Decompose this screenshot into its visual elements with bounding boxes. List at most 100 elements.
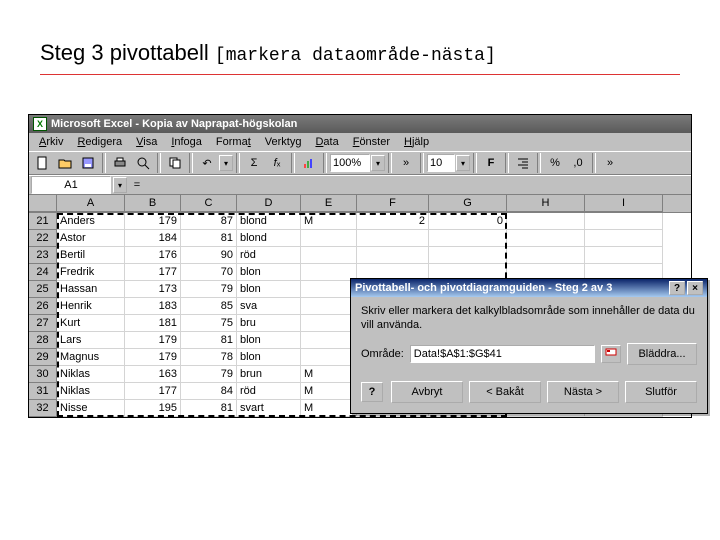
- col-header[interactable]: I: [585, 195, 663, 212]
- bold-icon[interactable]: F: [480, 153, 502, 173]
- zoom-box[interactable]: 100%: [330, 154, 370, 172]
- cell[interactable]: 173: [125, 281, 181, 298]
- col-header[interactable]: E: [301, 195, 357, 212]
- cell[interactable]: 179: [125, 349, 181, 366]
- print-icon[interactable]: [109, 153, 131, 173]
- cell[interactable]: [301, 298, 357, 315]
- cell[interactable]: röd: [237, 383, 301, 400]
- autosum-icon[interactable]: Σ: [243, 153, 265, 173]
- cell[interactable]: [357, 230, 429, 247]
- cell[interactable]: blond: [237, 230, 301, 247]
- cell[interactable]: [585, 230, 663, 247]
- cell[interactable]: Anders: [57, 213, 125, 230]
- cell[interactable]: 79: [181, 366, 237, 383]
- close-button[interactable]: ×: [687, 281, 703, 295]
- col-header[interactable]: F: [357, 195, 429, 212]
- chart-icon[interactable]: [298, 153, 320, 173]
- namebox-dropdown[interactable]: ▾: [113, 177, 127, 193]
- menu-verktyg[interactable]: Verktyg: [259, 135, 308, 149]
- cell[interactable]: blond: [237, 213, 301, 230]
- cell[interactable]: blon: [237, 332, 301, 349]
- col-header[interactable]: C: [181, 195, 237, 212]
- range-selector-icon[interactable]: [601, 345, 621, 363]
- cell[interactable]: [301, 349, 357, 366]
- function-icon[interactable]: fₓ: [266, 153, 288, 173]
- menu-data[interactable]: Data: [309, 135, 344, 149]
- undo-dropdown[interactable]: ▾: [219, 155, 233, 171]
- cell[interactable]: blon: [237, 264, 301, 281]
- cell[interactable]: 177: [125, 264, 181, 281]
- cell[interactable]: 81: [181, 332, 237, 349]
- row-header[interactable]: 31: [29, 383, 57, 400]
- row-header[interactable]: 21: [29, 213, 57, 230]
- cell[interactable]: [585, 213, 663, 230]
- select-all-corner[interactable]: [29, 195, 57, 212]
- cell[interactable]: brun: [237, 366, 301, 383]
- fontsize-box[interactable]: 10: [427, 154, 455, 172]
- undo-icon[interactable]: ↶: [196, 153, 218, 173]
- cell[interactable]: 87: [181, 213, 237, 230]
- next-button[interactable]: Nästa >: [547, 381, 619, 403]
- col-header[interactable]: A: [57, 195, 125, 212]
- range-input[interactable]: Data!$A$1:$G$41: [410, 345, 595, 363]
- percent-icon[interactable]: %: [544, 153, 566, 173]
- row-header[interactable]: 23: [29, 247, 57, 264]
- cell[interactable]: [301, 247, 357, 264]
- menu-infoga[interactable]: Infoga: [165, 135, 208, 149]
- menu-fonster[interactable]: Fönster: [347, 135, 396, 149]
- preview-icon[interactable]: [132, 153, 154, 173]
- new-icon[interactable]: [31, 153, 53, 173]
- cell[interactable]: [507, 213, 585, 230]
- cell[interactable]: Henrik: [57, 298, 125, 315]
- menu-format[interactable]: Format: [210, 135, 257, 149]
- cell[interactable]: Bertil: [57, 247, 125, 264]
- cell[interactable]: 81: [181, 230, 237, 247]
- whatsthis-button[interactable]: ?: [669, 281, 685, 295]
- cell[interactable]: 184: [125, 230, 181, 247]
- row-header[interactable]: 25: [29, 281, 57, 298]
- cell[interactable]: svart: [237, 400, 301, 417]
- col-header[interactable]: B: [125, 195, 181, 212]
- cell[interactable]: 78: [181, 349, 237, 366]
- cell[interactable]: 176: [125, 247, 181, 264]
- cell[interactable]: 195: [125, 400, 181, 417]
- cell[interactable]: 85: [181, 298, 237, 315]
- open-icon[interactable]: [54, 153, 76, 173]
- row-header[interactable]: 28: [29, 332, 57, 349]
- cell[interactable]: [357, 247, 429, 264]
- cell[interactable]: 70: [181, 264, 237, 281]
- cell[interactable]: M: [301, 400, 357, 417]
- cell[interactable]: bru: [237, 315, 301, 332]
- cell[interactable]: 81: [181, 400, 237, 417]
- finish-button[interactable]: Slutför: [625, 381, 697, 403]
- row-header[interactable]: 27: [29, 315, 57, 332]
- row-header[interactable]: 32: [29, 400, 57, 417]
- cell[interactable]: [301, 332, 357, 349]
- cell[interactable]: Hassan: [57, 281, 125, 298]
- decimal-icon[interactable]: ,0: [567, 153, 589, 173]
- row-header[interactable]: 26: [29, 298, 57, 315]
- more-icon[interactable]: »: [395, 153, 417, 173]
- cell[interactable]: 179: [125, 332, 181, 349]
- col-header[interactable]: G: [429, 195, 507, 212]
- cell[interactable]: röd: [237, 247, 301, 264]
- cell[interactable]: Niklas: [57, 383, 125, 400]
- cell[interactable]: 84: [181, 383, 237, 400]
- equals-icon[interactable]: =: [127, 179, 147, 191]
- fontsize-dropdown[interactable]: ▾: [456, 155, 470, 171]
- row-header[interactable]: 30: [29, 366, 57, 383]
- cell[interactable]: blon: [237, 281, 301, 298]
- cell[interactable]: 177: [125, 383, 181, 400]
- cell[interactable]: [301, 264, 357, 281]
- menu-redigera[interactable]: Redigera: [71, 135, 128, 149]
- cell[interactable]: [429, 247, 507, 264]
- more2-icon[interactable]: »: [599, 153, 621, 173]
- cell[interactable]: M: [301, 383, 357, 400]
- cell[interactable]: [301, 281, 357, 298]
- align-right-icon[interactable]: [512, 153, 534, 173]
- cell[interactable]: Magnus: [57, 349, 125, 366]
- cancel-button[interactable]: Avbryt: [391, 381, 463, 403]
- cell[interactable]: [301, 315, 357, 332]
- cell[interactable]: 0: [429, 213, 507, 230]
- cell[interactable]: [585, 247, 663, 264]
